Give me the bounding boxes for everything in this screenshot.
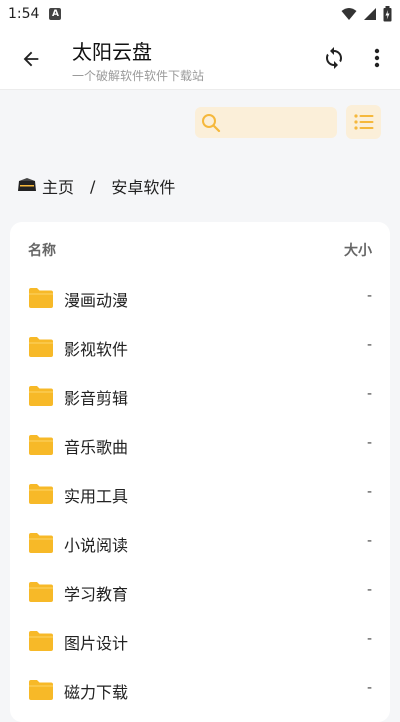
arrow-left-icon <box>23 51 39 67</box>
list-item[interactable]: 学习教育 - <box>10 568 390 617</box>
breadcrumb-separator: / <box>90 176 96 196</box>
list-item[interactable]: 小说阅读 - <box>10 519 390 568</box>
list-item-size: - <box>366 435 372 451</box>
list-view-button[interactable] <box>346 105 381 139</box>
list-item-name: 小说阅读 <box>64 536 129 555</box>
drive-logo-icon <box>18 178 36 191</box>
list-item-name: 音乐歌曲 <box>64 438 129 457</box>
search-input[interactable] <box>227 115 327 130</box>
page-title: 太阳云盘 <box>72 40 152 64</box>
more-vertical-icon <box>374 48 380 68</box>
list-item-name: 图片设计 <box>64 634 129 653</box>
list-item-name: 影视软件 <box>64 340 129 359</box>
folder-icon <box>29 533 53 553</box>
file-list: 漫画动漫 - 影视软件 - 影音剪辑 - 音乐歌曲 - 实用工具 - 小说阅读 … <box>10 274 390 715</box>
folder-icon <box>29 288 53 308</box>
list-item-name: 实用工具 <box>64 487 129 506</box>
list-item-size: - <box>366 680 372 696</box>
notification-badge-icon: A <box>49 8 62 20</box>
list-item-name: 影音剪辑 <box>64 389 129 408</box>
search-icon <box>202 113 221 132</box>
back-button[interactable] <box>16 44 46 74</box>
signal-icon <box>364 8 376 20</box>
breadcrumb-current[interactable]: 安卓软件 <box>111 174 175 198</box>
app-bar: 太阳云盘 一个破解软件软件下载站 <box>0 28 400 90</box>
folder-icon <box>29 631 53 651</box>
list-item-name: 学习教育 <box>64 585 129 604</box>
folder-icon <box>29 680 53 700</box>
status-time: 1:54 <box>8 6 40 22</box>
folder-icon <box>29 337 53 357</box>
sync-button[interactable] <box>320 44 348 72</box>
list-item[interactable]: 音乐歌曲 - <box>10 421 390 470</box>
list-item-size: - <box>366 484 372 500</box>
list-item[interactable]: 影音剪辑 - <box>10 372 390 421</box>
list-item[interactable]: 图片设计 - <box>10 617 390 666</box>
list-item[interactable]: 漫画动漫 - <box>10 274 390 323</box>
page-subtitle: 一个破解软件软件下载站 <box>72 69 205 83</box>
status-icons <box>341 6 392 22</box>
list-item-size: - <box>366 582 372 598</box>
search-box[interactable] <box>195 107 337 138</box>
folder-icon <box>29 484 53 504</box>
folder-icon <box>29 435 53 455</box>
breadcrumb: 主页 / 安卓软件 <box>16 174 175 198</box>
list-view-icon <box>353 114 373 130</box>
list-item-name: 漫画动漫 <box>64 291 129 310</box>
sync-icon <box>326 47 342 69</box>
column-header-size[interactable]: 大小 <box>344 240 372 260</box>
folder-icon <box>29 582 53 602</box>
list-item-size: - <box>366 386 372 402</box>
status-bar: 1:54 A <box>0 0 400 28</box>
folder-icon <box>29 386 53 406</box>
list-item-size: - <box>366 288 372 304</box>
list-item-name: 磁力下载 <box>64 683 129 702</box>
list-item-size: - <box>366 631 372 647</box>
more-options-button[interactable] <box>364 44 390 72</box>
breadcrumb-home[interactable]: 主页 <box>42 174 74 198</box>
list-item[interactable]: 磁力下载 - <box>10 666 390 715</box>
list-item-size: - <box>366 337 372 353</box>
list-item[interactable]: 实用工具 - <box>10 470 390 519</box>
list-item[interactable]: 影视软件 - <box>10 323 390 372</box>
wifi-icon <box>341 8 357 20</box>
file-list-card: 名称 大小 漫画动漫 - 影视软件 - 影音剪辑 - 音乐歌曲 - 实用工具 - <box>10 222 390 722</box>
list-item-size: - <box>366 533 372 549</box>
column-header-name[interactable]: 名称 <box>28 240 56 260</box>
battery-icon <box>383 6 392 22</box>
